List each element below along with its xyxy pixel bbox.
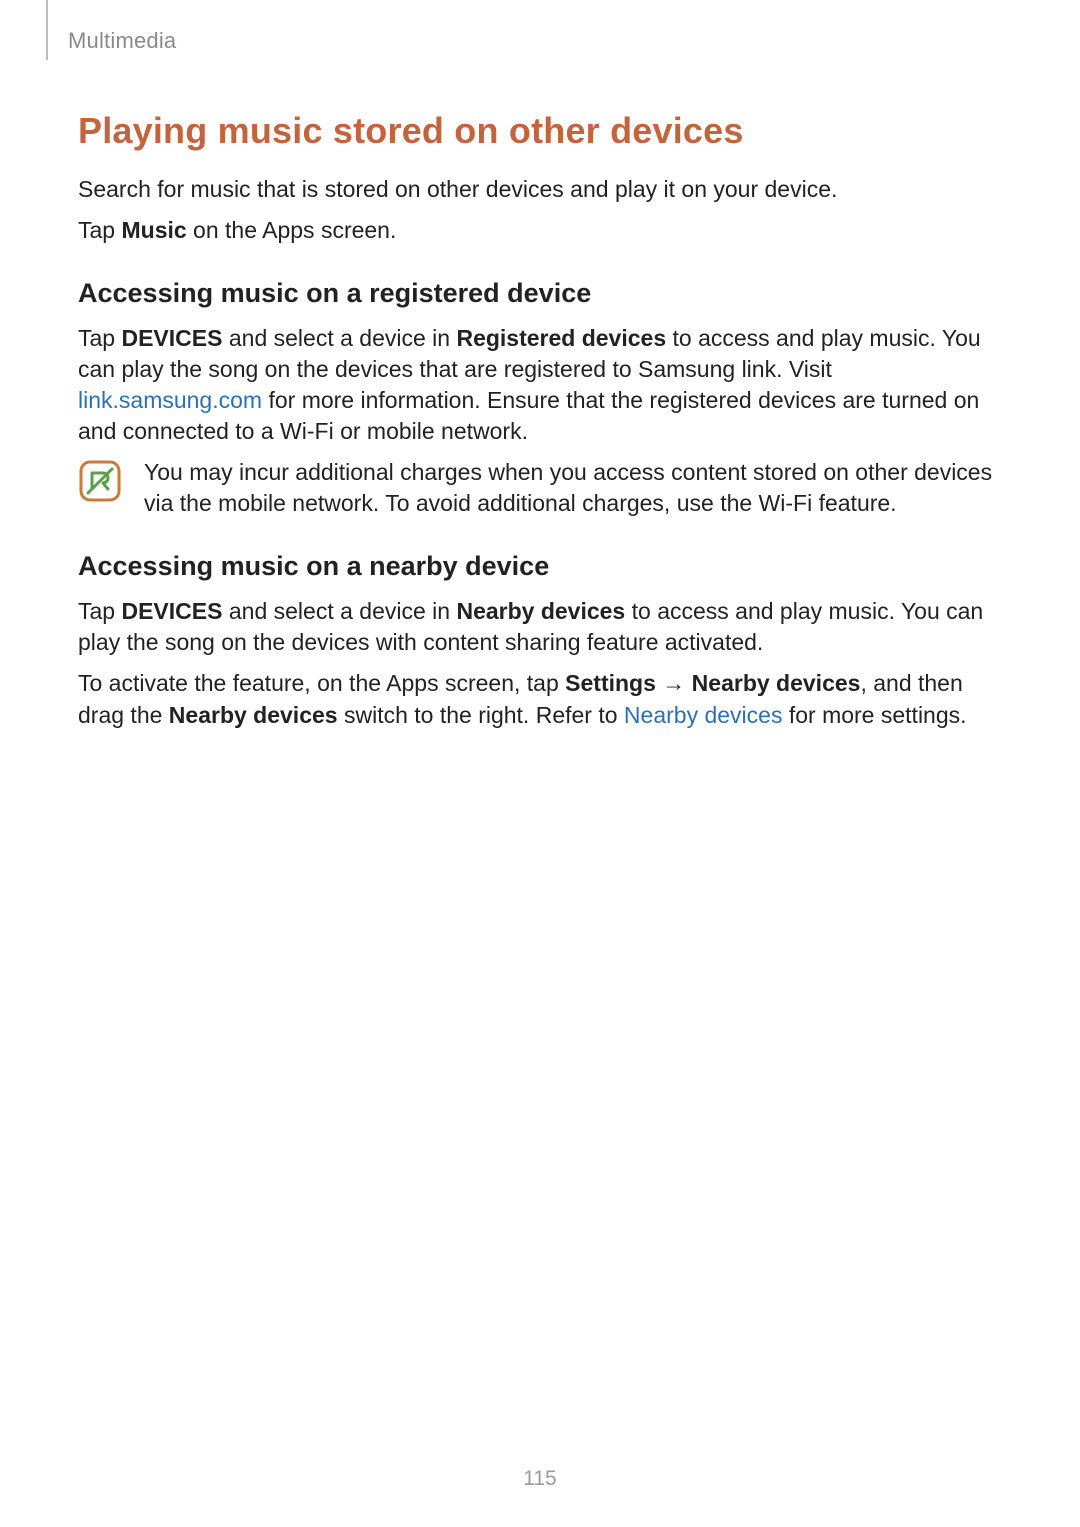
- text: and select a device in: [222, 325, 456, 351]
- text: Tap: [78, 325, 121, 351]
- text: for more settings.: [782, 702, 966, 728]
- header-divider: [46, 0, 48, 60]
- intro-paragraph-2: Tap Music on the Apps screen.: [78, 215, 1002, 246]
- intro-paragraph-1: Search for music that is stored on other…: [78, 174, 1002, 205]
- text: switch to the right. Refer to: [338, 702, 624, 728]
- text-bold-settings: Settings: [565, 670, 656, 696]
- subheading-registered: Accessing music on a registered device: [78, 278, 1002, 309]
- registered-paragraph: Tap DEVICES and select a device in Regis…: [78, 323, 1002, 447]
- arrow-icon: →: [656, 670, 692, 696]
- text-bold-registered-devices: Registered devices: [456, 325, 666, 351]
- page-content: Multimedia Playing music stored on other…: [0, 0, 1080, 731]
- link-nearby-devices[interactable]: Nearby devices: [624, 702, 783, 728]
- text-bold-devices: DEVICES: [121, 325, 222, 351]
- page-title: Playing music stored on other devices: [78, 110, 1002, 152]
- note-text: You may incur additional charges when yo…: [144, 457, 1002, 519]
- text-bold-music: Music: [121, 217, 186, 243]
- note-callout: You may incur additional charges when yo…: [78, 457, 1002, 519]
- nearby-paragraph-2: To activate the feature, on the Apps scr…: [78, 668, 1002, 730]
- page-number: 115: [0, 1467, 1080, 1491]
- section-label: Multimedia: [68, 28, 1002, 54]
- text: Tap: [78, 598, 121, 624]
- text: To activate the feature, on the Apps scr…: [78, 670, 565, 696]
- text: and select a device in: [222, 598, 456, 624]
- subheading-nearby: Accessing music on a nearby device: [78, 551, 1002, 582]
- link-samsung[interactable]: link.samsung.com: [78, 387, 262, 413]
- text-bold-nearby-devices-switch: Nearby devices: [169, 702, 338, 728]
- text-bold-nearby-devices: Nearby devices: [456, 598, 625, 624]
- text: on the Apps screen.: [187, 217, 397, 243]
- nearby-paragraph-1: Tap DEVICES and select a device in Nearb…: [78, 596, 1002, 658]
- text-bold-devices: DEVICES: [121, 598, 222, 624]
- text: Tap: [78, 217, 121, 243]
- text-bold-nearby-devices: Nearby devices: [692, 670, 861, 696]
- note-icon: [78, 459, 122, 508]
